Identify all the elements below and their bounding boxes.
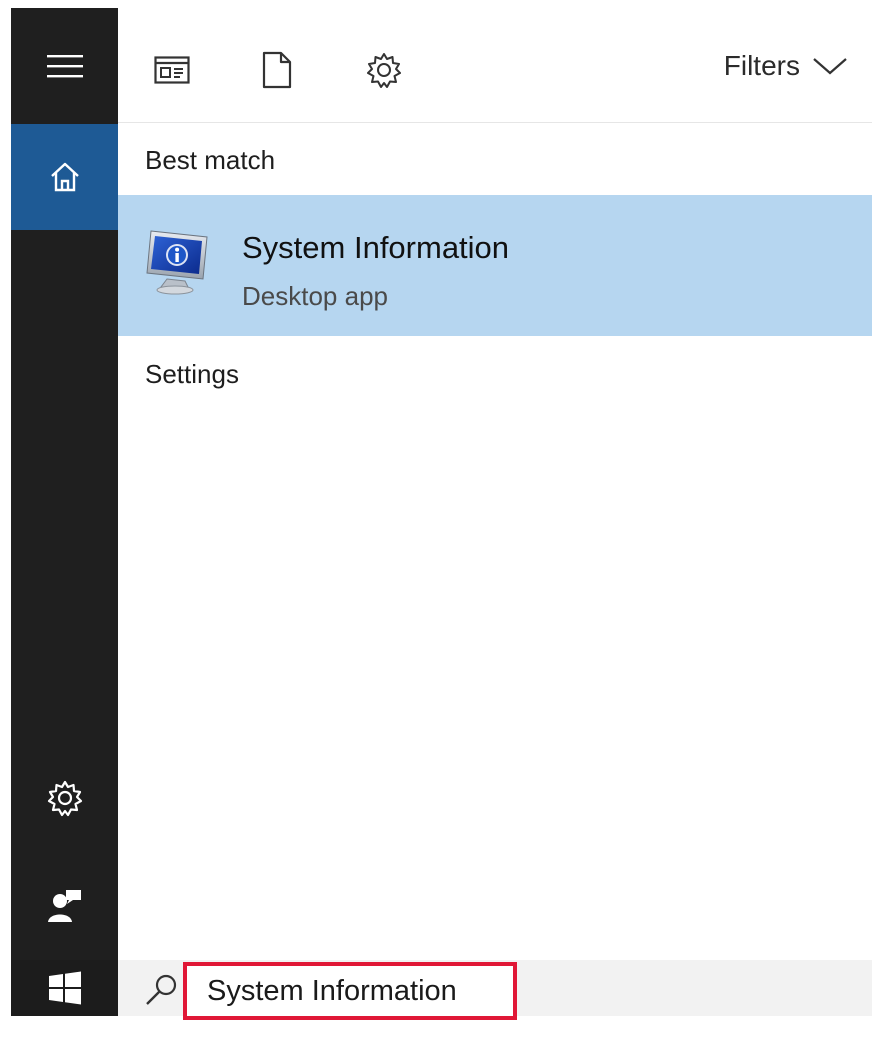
search-results-pane: Filters Best match System Information De… [118, 8, 872, 1020]
home-button[interactable] [11, 124, 118, 230]
home-icon [50, 162, 79, 192]
settings-heading: Settings [145, 359, 239, 389]
gear-icon [47, 780, 82, 817]
search-panel: Filters Best match System Information De… [11, 8, 872, 1020]
result-title: System Information [242, 230, 510, 265]
search-scope-toolbar: Filters [118, 8, 872, 123]
system-information-app-icon [146, 230, 208, 295]
apps-icon [154, 56, 190, 84]
chevron-down-icon [813, 58, 847, 75]
settings-button[interactable] [11, 760, 118, 836]
result-subtitle: Desktop app [242, 281, 388, 311]
user-feedback-icon [47, 890, 81, 922]
menu-button[interactable] [11, 8, 118, 124]
document-icon [262, 51, 292, 89]
best-match-heading: Best match [145, 145, 276, 175]
search-icon [146, 974, 177, 1005]
search-input[interactable] [207, 974, 507, 1008]
account-button[interactable] [11, 871, 118, 941]
filters-label: Filters [723, 50, 800, 81]
apps-scope-button[interactable] [150, 48, 194, 92]
start-button[interactable] [11, 960, 118, 1016]
filters-dropdown[interactable]: Filters [724, 50, 848, 82]
search-box[interactable] [183, 962, 517, 1020]
left-rail [11, 8, 118, 1016]
gear-icon [367, 53, 401, 88]
windows-logo-icon [48, 971, 81, 1005]
documents-scope-button[interactable] [255, 48, 299, 92]
best-match-result[interactable]: System Information Desktop app [118, 195, 872, 336]
hamburger-icon [46, 55, 83, 78]
settings-scope-button[interactable] [362, 48, 406, 92]
search-bar [118, 960, 872, 1020]
